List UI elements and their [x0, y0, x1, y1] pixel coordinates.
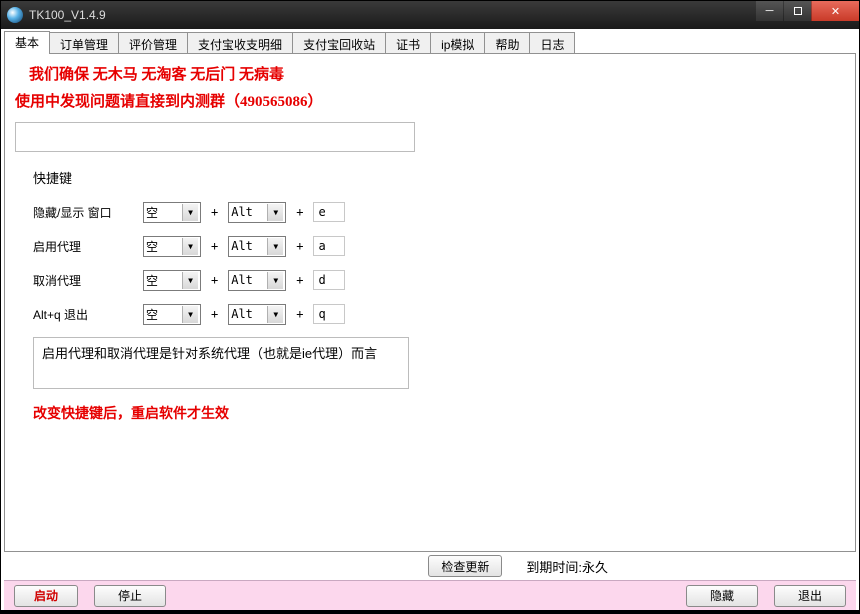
hotkey-row-disable-proxy: 取消代理 空▼ + Alt▼ +: [33, 269, 433, 291]
plus-sign: +: [211, 239, 218, 253]
plus-sign: +: [296, 239, 303, 253]
plus-sign: +: [211, 307, 218, 321]
hotkey-key-input[interactable]: [313, 270, 345, 290]
start-button[interactable]: 启动: [14, 585, 78, 607]
hotkey-mod2-select[interactable]: Alt▼: [228, 202, 286, 223]
hotkey-note: 启用代理和取消代理是针对系统代理（也就是ie代理）而言: [33, 337, 409, 389]
titlebar[interactable]: TK100_V1.4.9 ─ ✕: [1, 1, 859, 29]
chevron-down-icon: ▼: [267, 306, 283, 323]
hotkey-key-input[interactable]: [313, 304, 345, 324]
close-button[interactable]: ✕: [811, 1, 859, 21]
tab-ip-sim[interactable]: ip模拟: [430, 32, 485, 54]
hotkey-label: Alt+q 退出: [33, 306, 143, 323]
banner-line-2: 使用中发现问题请直接到内测群（490565086）: [15, 89, 845, 116]
chevron-down-icon: ▼: [182, 238, 198, 255]
banner-line-1: 我们确保 无木马 无淘客 无后门 无病毒: [15, 62, 845, 89]
tab-help[interactable]: 帮助: [484, 32, 530, 54]
app-window: TK100_V1.4.9 ─ ✕ 基本 订单管理 评价管理 支付宝收支明细 支付…: [0, 0, 860, 614]
minimize-button[interactable]: ─: [755, 1, 783, 21]
tab-log[interactable]: 日志: [529, 32, 575, 54]
hotkey-key-input[interactable]: [313, 236, 345, 256]
hotkey-mod1-select[interactable]: 空▼: [143, 202, 201, 223]
chevron-down-icon: ▼: [182, 272, 198, 289]
tab-alipay-recycle[interactable]: 支付宝回收站: [292, 32, 386, 54]
chevron-down-icon: ▼: [267, 204, 283, 221]
tab-alipay-txn[interactable]: 支付宝收支明细: [187, 32, 293, 54]
hotkey-key-input[interactable]: [313, 202, 345, 222]
hotkey-warning: 改变快捷键后，重启软件才生效: [33, 403, 433, 423]
plus-sign: +: [296, 307, 303, 321]
hotkey-mod2-select[interactable]: Alt▼: [228, 236, 286, 257]
stop-button[interactable]: 停止: [94, 585, 166, 607]
window-title: TK100_V1.4.9: [29, 8, 106, 22]
hotkey-row-enable-proxy: 启用代理 空▼ + Alt▼ +: [33, 235, 433, 257]
plus-sign: +: [296, 205, 303, 219]
maximize-button[interactable]: [783, 1, 811, 21]
chevron-down-icon: ▼: [267, 272, 283, 289]
empty-panel: [15, 122, 415, 152]
bottom-bar: 启动 停止 隐藏 退出: [4, 580, 856, 610]
client-area: 基本 订单管理 评价管理 支付宝收支明细 支付宝回收站 证书 ip模拟 帮助 日…: [1, 29, 859, 610]
hotkey-group: 快捷键 隐藏/显示 窗口 空▼ + Alt▼ + 启用代理 空▼ + Alt▼ …: [33, 168, 433, 423]
chevron-down-icon: ▼: [267, 238, 283, 255]
check-update-button[interactable]: 检查更新: [428, 555, 502, 577]
status-bar: 检查更新 到期时间:永久: [4, 552, 856, 580]
plus-sign: +: [211, 273, 218, 287]
hotkey-label: 启用代理: [33, 238, 143, 255]
expire-text: 到期时间:永久: [526, 557, 608, 576]
hotkey-mod2-select[interactable]: Alt▼: [228, 304, 286, 325]
exit-button[interactable]: 退出: [774, 585, 846, 607]
tab-orders[interactable]: 订单管理: [49, 32, 119, 54]
tab-cert[interactable]: 证书: [385, 32, 431, 54]
hotkey-mod1-select[interactable]: 空▼: [143, 236, 201, 257]
tab-strip: 基本 订单管理 评价管理 支付宝收支明细 支付宝回收站 证书 ip模拟 帮助 日…: [4, 31, 856, 53]
hotkey-label: 隐藏/显示 窗口: [33, 204, 143, 221]
plus-sign: +: [211, 205, 218, 219]
hotkey-row-toggle-window: 隐藏/显示 窗口 空▼ + Alt▼ +: [33, 201, 433, 223]
window-controls: ─ ✕: [755, 1, 859, 21]
tab-reviews[interactable]: 评价管理: [118, 32, 188, 54]
hotkey-row-quit: Alt+q 退出 空▼ + Alt▼ +: [33, 303, 433, 325]
hotkey-mod2-select[interactable]: Alt▼: [228, 270, 286, 291]
hotkey-mod1-select[interactable]: 空▼: [143, 304, 201, 325]
chevron-down-icon: ▼: [182, 306, 198, 323]
hotkey-title: 快捷键: [33, 168, 433, 187]
hotkey-label: 取消代理: [33, 272, 143, 289]
tab-basic[interactable]: 基本: [4, 31, 50, 54]
window-border-bottom: [1, 610, 859, 613]
hotkey-mod1-select[interactable]: 空▼: [143, 270, 201, 291]
plus-sign: +: [296, 273, 303, 287]
hide-button[interactable]: 隐藏: [686, 585, 758, 607]
chevron-down-icon: ▼: [182, 204, 198, 221]
app-icon: [7, 7, 23, 23]
tab-content: 我们确保 无木马 无淘客 无后门 无病毒 使用中发现问题请直接到内测群（4905…: [4, 53, 856, 552]
